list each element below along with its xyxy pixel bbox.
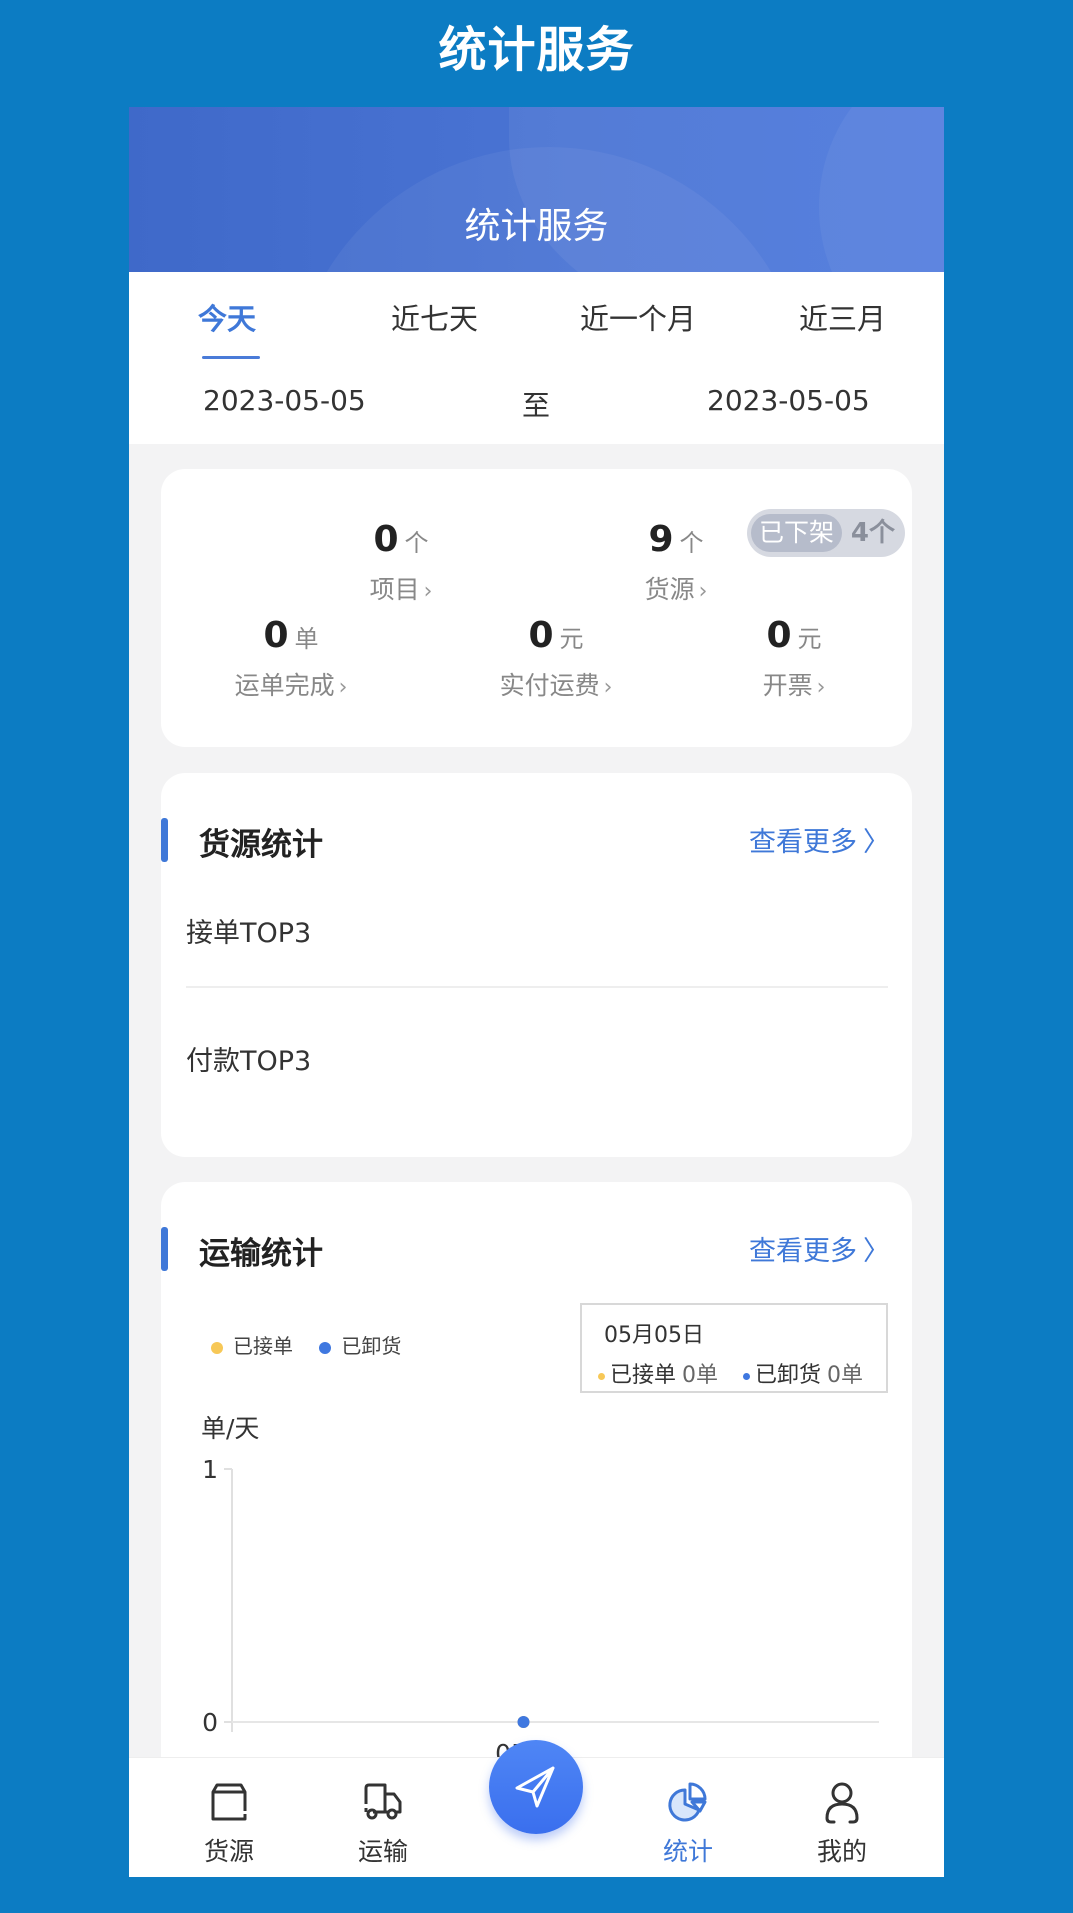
data-point-unloaded[interactable] — [517, 1716, 530, 1728]
waybill-unit: 单 — [294, 625, 319, 653]
invoice-unit: 元 — [797, 625, 822, 653]
range-tabs: 今天 近七天 近一个月 近三月 — [129, 272, 944, 362]
stat-waybill[interactable]: 0单 运单完成 › — [201, 615, 381, 702]
date-range-panel: 今天 近七天 近一个月 近三月 2023-05-05 至 2023-05-05 — [129, 272, 944, 444]
tooltip-values: 已接单 0单 已卸货 0单 — [598, 1357, 881, 1389]
waybill-count: 0 — [263, 615, 289, 656]
stat-invoice[interactable]: 0元 开票 › — [729, 615, 859, 702]
tooltip-date: 05月05日 — [604, 1323, 704, 1348]
delisted-count: 4个 — [850, 518, 895, 548]
chevron-right-icon: › — [423, 579, 433, 604]
goods-unit: 个 — [679, 529, 704, 557]
legend-dot — [319, 1341, 332, 1354]
tab-goods[interactable]: 货源 — [169, 1778, 289, 1868]
truck-icon — [364, 1783, 402, 1820]
goods-label: 货源 — [644, 575, 695, 604]
pay-top3-label: 付款TOP3 — [186, 1046, 312, 1077]
freight-amount: 0 — [528, 615, 554, 656]
section-title: 货源统计 — [199, 827, 323, 863]
view-more-label: 查看更多 — [749, 827, 857, 858]
pie-chart-icon — [668, 1782, 707, 1822]
legend-item-unloaded[interactable]: 已卸货 — [319, 1330, 401, 1359]
tooltip-item: 已接单 0单 — [598, 1357, 718, 1389]
delisted-label: 已下架 — [751, 514, 843, 552]
end-date[interactable]: 2023-05-05 — [707, 384, 870, 417]
legend-label: 已接单 — [233, 1334, 293, 1358]
divider — [186, 986, 888, 988]
section-title: 运输统计 — [199, 1236, 323, 1272]
start-date[interactable]: 2023-05-05 — [203, 384, 366, 417]
date-range: 2023-05-05 至 2023-05-05 — [129, 384, 944, 424]
project-label: 项目 — [369, 575, 420, 604]
view-more-label: 查看更多 — [749, 1236, 857, 1267]
chart-legend: 已接单 已卸货 — [211, 1330, 421, 1359]
stat-goods[interactable]: 9个 货源 › — [596, 519, 756, 606]
tab-label: 我的 — [816, 1837, 867, 1866]
legend-item-accepted[interactable]: 已接单 — [211, 1330, 293, 1359]
chevron-right-icon: › — [603, 675, 613, 700]
date-separator: 至 — [522, 389, 551, 422]
tooltip-label: 已卸货 — [755, 1363, 822, 1388]
section-accent-bar — [161, 818, 168, 862]
chevron-right-icon: 〉 — [863, 1236, 890, 1267]
tooltip-value: 0单 — [827, 1363, 864, 1388]
legend-dot — [211, 1341, 223, 1354]
active-tab-indicator — [202, 356, 260, 359]
delisted-badge[interactable]: 已下架 4个 — [747, 509, 905, 557]
chart-tooltip: 05月05日 已接单 0单 已卸货 0单 — [580, 1303, 888, 1393]
phone-screen: 统计服务 今天 近七天 近一个月 近三月 2023-05-05 至 2023-0… — [129, 107, 944, 1877]
tab-label: 统计 — [662, 1837, 713, 1866]
y-axis-unit: 单/天 — [201, 1414, 260, 1443]
tab-statistics[interactable]: 统计 — [628, 1778, 748, 1868]
tooltip-value: 0单 — [682, 1363, 719, 1388]
freight-label: 实付运费 — [499, 671, 600, 700]
waybill-label: 运单完成 — [234, 671, 335, 700]
page-title: 统计服务 — [464, 206, 609, 247]
y-ticks: 10 — [202, 1455, 232, 1737]
tooltip-label: 已接单 — [610, 1363, 677, 1388]
view-more-link[interactable]: 查看更多〉 — [749, 1229, 890, 1268]
tab-last-7-days[interactable]: 近七天 — [391, 296, 478, 338]
tab-transport[interactable]: 运输 — [323, 1778, 443, 1868]
tooltip-item: 已卸货 0单 — [743, 1357, 863, 1389]
paper-plane-icon — [515, 1766, 555, 1808]
chevron-right-icon: 〉 — [863, 827, 890, 858]
summary-card: 0个 项目 › 9个 货源 › 已下架 4个 0单 运单完成 › 0元 实付运费 › 0… — [161, 469, 912, 747]
page-header: 统计服务 — [129, 107, 944, 272]
view-more-link[interactable]: 查看更多〉 — [749, 820, 890, 859]
stat-freight[interactable]: 0元 实付运费 › — [466, 615, 646, 702]
project-unit: 个 — [404, 529, 429, 557]
tab-last-month[interactable]: 近一个月 — [580, 296, 696, 338]
goods-count: 9 — [648, 519, 674, 560]
tab-label: 货源 — [203, 1837, 254, 1866]
user-icon — [825, 1782, 859, 1824]
chevron-right-icon: › — [698, 579, 708, 604]
y-tick-label: 0 — [202, 1708, 218, 1737]
invoice-label: 开票 — [762, 671, 813, 700]
freight-unit: 元 — [559, 625, 584, 653]
legend-label: 已卸货 — [341, 1334, 402, 1358]
stat-project[interactable]: 0个 项目 › — [321, 519, 481, 606]
box-icon — [211, 1783, 247, 1821]
goods-stats-card: 货源统计 查看更多〉 接单TOP3 付款TOP3 — [161, 773, 912, 1157]
tab-last-3-months[interactable]: 近三月 — [799, 296, 886, 338]
tab-mine[interactable]: 我的 — [782, 1778, 902, 1868]
invoice-amount: 0 — [766, 615, 792, 656]
project-count: 0 — [373, 519, 399, 560]
data-points — [517, 1716, 530, 1728]
tab-today[interactable]: 今天 — [198, 296, 256, 338]
chevron-right-icon: › — [338, 675, 348, 700]
tooltip-dot — [598, 1372, 605, 1380]
promo-title: 统计服务 — [438, 22, 635, 78]
publish-fab-button[interactable] — [489, 1740, 583, 1834]
tab-label: 运输 — [357, 1837, 408, 1866]
section-accent-bar — [161, 1227, 168, 1271]
y-tick-label: 1 — [202, 1455, 218, 1484]
tooltip-dot — [743, 1372, 751, 1380]
accept-top3-label: 接单TOP3 — [186, 918, 312, 949]
chevron-right-icon: › — [816, 675, 826, 700]
